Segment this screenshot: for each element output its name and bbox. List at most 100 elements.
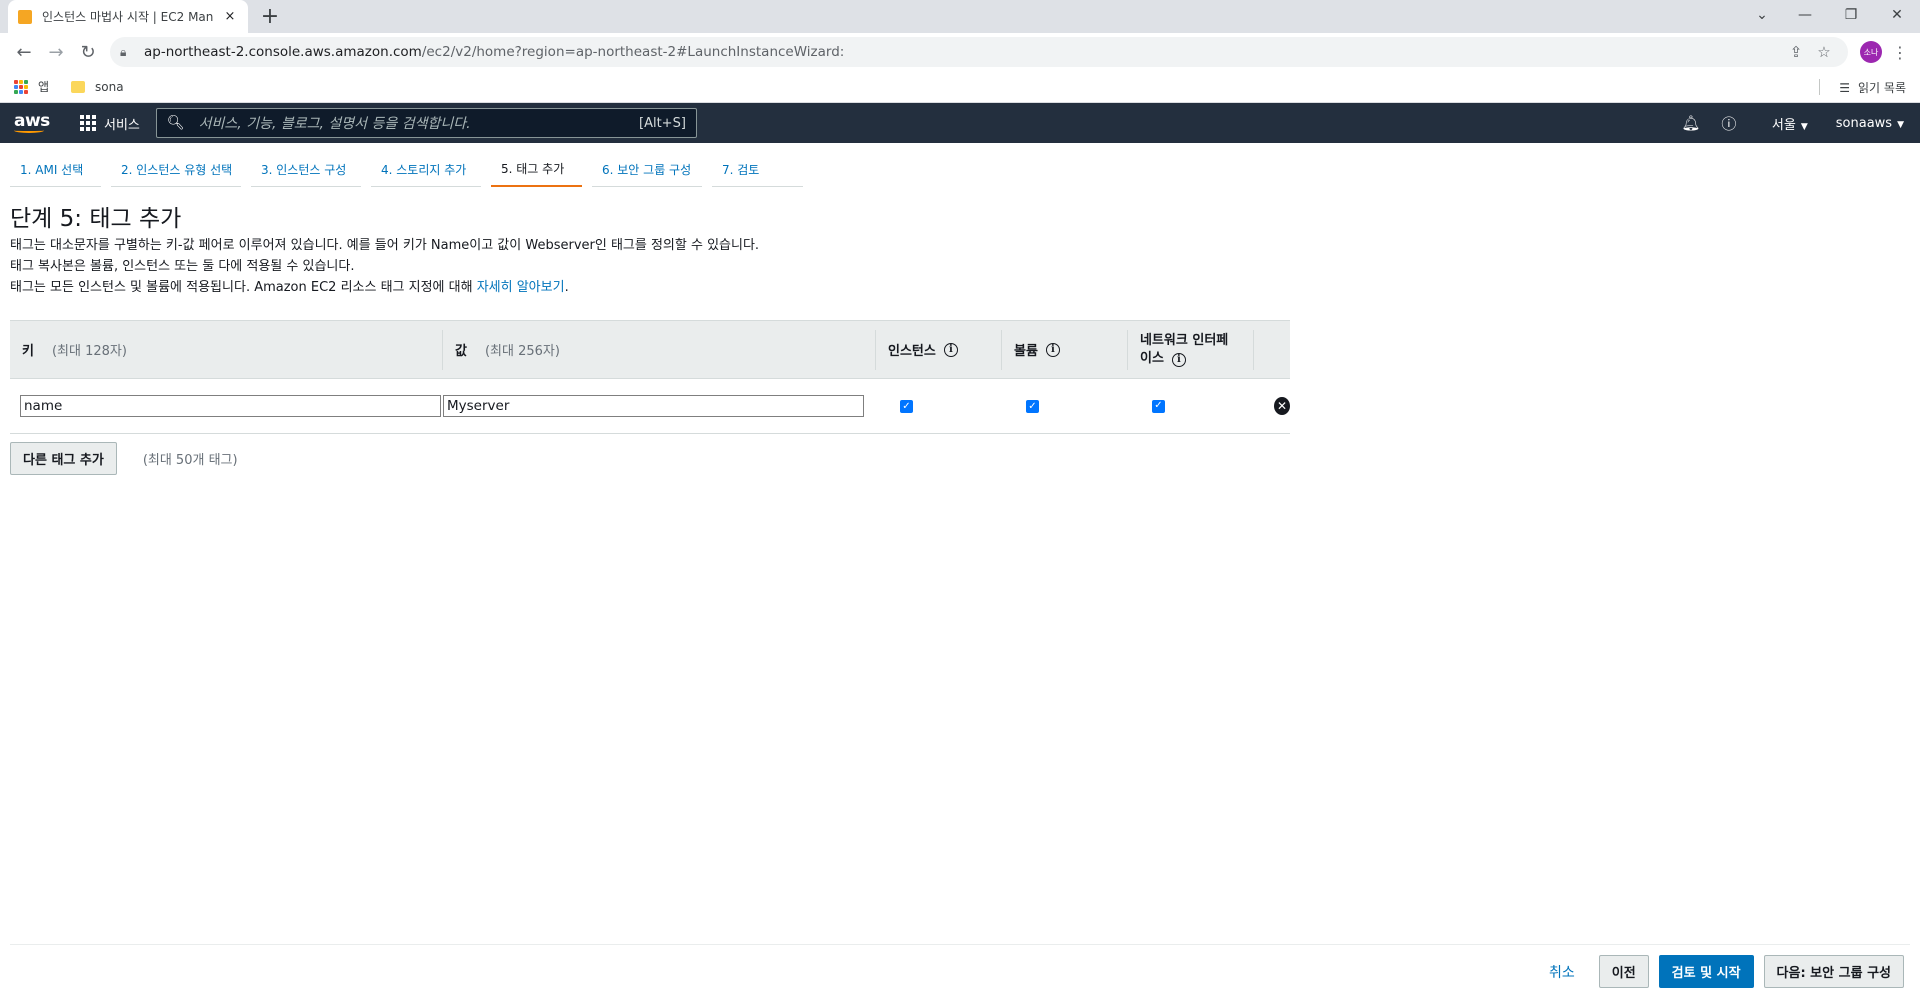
volume-header-label: 볼륨 <box>1014 344 1038 359</box>
add-tag-row: 다른 태그 추가 (최대 50개 태그) <box>10 442 1910 475</box>
tag-value-input[interactable] <box>443 395 864 417</box>
description-line-2: 태그 복사본은 볼륨, 인스턴스 또는 둘 다에 적용될 수 있습니다. <box>10 259 355 274</box>
aws-logo[interactable]: aws <box>14 112 50 133</box>
step-review[interactable]: 7. 검토 <box>712 161 803 187</box>
browser-menu-icon[interactable]: ⋮ <box>1888 43 1912 62</box>
account-menu[interactable]: sonaaws ▼ <box>1836 116 1904 131</box>
info-icon[interactable]: i <box>943 342 958 357</box>
caret-down-icon: ▼ <box>1800 121 1808 132</box>
step-configure-instance[interactable]: 3. 인스턴스 구성 <box>251 161 361 187</box>
restore-icon[interactable]: ❐ <box>1828 0 1874 30</box>
description-period: . <box>564 280 569 295</box>
share-icon[interactable]: ⇪ <box>1782 43 1810 61</box>
region-menu[interactable]: 서울 ▼ <box>1772 114 1808 133</box>
url-path: /ec2/v2/home?region=ap-northeast-2#Launc… <box>421 44 845 60</box>
aws-console-header: aws 서비스 🔍︎ 서비스, 기능, 블로그, 설명서 등을 검색합니다. [… <box>0 103 1920 143</box>
instance-header-label: 인스턴스 <box>888 344 936 359</box>
network-header-line-2-wrap: 이스 i <box>1140 350 1228 368</box>
bookmark-sona[interactable]: sona <box>71 80 124 94</box>
bookmark-label: 앱 <box>38 80 50 94</box>
instance-cell: ✓ <box>876 399 1002 413</box>
aws-favicon-icon <box>18 9 32 24</box>
reload-icon[interactable]: ↻ <box>72 36 104 68</box>
services-label: 서비스 <box>104 117 140 133</box>
remove-tag-icon[interactable]: ✕ <box>1274 397 1290 415</box>
wizard-steps: 1. AMI 선택 2. 인스턴스 유형 선택 3. 인스턴스 구성 4. 스토… <box>0 143 1920 187</box>
footer-buttons: 취소 이전 검토 및 시작 다음: 보안 그룹 구성 <box>1549 955 1904 988</box>
search-placeholder: 서비스, 기능, 블로그, 설명서 등을 검색합니다. <box>198 116 471 132</box>
step-add-tags[interactable]: 5. 태그 추가 <box>491 160 582 187</box>
window-close-icon[interactable]: ✕ <box>1874 0 1920 30</box>
profile-avatar[interactable]: 소나 <box>1860 41 1882 63</box>
previous-button[interactable]: 이전 <box>1598 955 1649 988</box>
info-icon[interactable]: i <box>1171 352 1186 367</box>
minimize-icon[interactable]: — <box>1782 0 1828 30</box>
browser-tab[interactable]: 인스턴스 마법사 시작 | EC2 Man × <box>8 0 248 33</box>
page-title: 단계 5: 태그 추가 <box>10 206 182 232</box>
tab-search-icon[interactable]: ⌄ <box>1742 0 1782 30</box>
volume-column-header: 볼륨 i <box>1002 329 1128 370</box>
next-security-group-button[interactable]: 다음: 보안 그룹 구성 <box>1763 955 1904 988</box>
value-column-header: 값 (최대 256자) <box>443 329 876 370</box>
review-launch-button[interactable]: 검토 및 시작 <box>1658 955 1754 988</box>
network-interface-column-header: 네트워크 인터페 이스 i <box>1128 329 1254 370</box>
folder-icon <box>71 80 86 93</box>
delete-cell: ✕ <box>1254 397 1290 415</box>
caret-down-icon: ▼ <box>1897 119 1904 130</box>
url-text: ap-northeast-2.console.aws.amazon.com/ec… <box>144 44 1782 60</box>
new-tab-button[interactable]: + <box>258 4 282 29</box>
key-cell <box>10 395 443 417</box>
window-controls: ⌄ — ❐ ✕ <box>1742 0 1920 30</box>
instance-column-header: 인스턴스 i <box>876 329 1002 370</box>
add-tag-button[interactable]: 다른 태그 추가 <box>10 442 117 475</box>
volume-checkbox[interactable]: ✓ <box>1026 399 1039 413</box>
search-icon: 🔍︎ <box>166 115 185 131</box>
step-ami[interactable]: 1. AMI 선택 <box>10 161 101 187</box>
aws-header-right: 🔔︎ ⓘ 서울 ▼ sonaaws ▼ <box>1668 103 1904 143</box>
star-icon[interactable]: ☆ <box>1810 43 1838 61</box>
network-cell: ✓ <box>1128 399 1254 413</box>
main-content: 단계 5: 태그 추가 태그는 대소문자를 구별하는 키-값 페어로 이루어져 … <box>0 187 1920 475</box>
step-security-group[interactable]: 6. 보안 그룹 구성 <box>592 161 702 187</box>
description-text: 태그는 모든 인스턴스 및 볼륨에 적용됩니다. Amazon EC2 리소스 … <box>10 280 477 295</box>
delete-column-header <box>1254 330 1290 370</box>
help-icon[interactable]: ⓘ <box>1714 113 1744 134</box>
step-instance-type[interactable]: 2. 인스턴스 유형 선택 <box>111 161 241 187</box>
forward-icon[interactable]: → <box>40 36 72 68</box>
volume-cell: ✓ <box>1002 399 1128 413</box>
network-interface-checkbox[interactable]: ✓ <box>1152 399 1165 413</box>
info-icon[interactable]: i <box>1045 342 1060 357</box>
cancel-link[interactable]: 취소 <box>1549 962 1575 982</box>
bookmark-separator <box>1819 79 1820 95</box>
learn-more-link[interactable]: 자세히 알아보기 <box>477 280 565 295</box>
network-header-label: 네트워크 인터페 이스 i <box>1140 332 1228 368</box>
search-shortcut: [Alt+S] <box>639 115 686 131</box>
tag-key-input[interactable] <box>20 395 441 417</box>
url-host: ap-northeast-2.console.aws.amazon.com <box>144 44 422 60</box>
aws-search-input[interactable]: 🔍︎ 서비스, 기능, 블로그, 설명서 등을 검색합니다. [Alt+S] <box>155 108 697 138</box>
key-header-label: 키 <box>22 344 34 359</box>
back-icon[interactable]: ← <box>8 36 40 68</box>
apps-grid-icon <box>14 79 28 94</box>
account-label: sonaaws <box>1835 115 1893 131</box>
description-line-3: 태그는 모든 인스턴스 및 볼륨에 적용됩니다. Amazon EC2 리소스 … <box>10 277 1910 298</box>
step-add-storage[interactable]: 4. 스토리지 추가 <box>371 161 481 187</box>
tab-close-icon[interactable]: × <box>222 9 238 24</box>
region-label: 서울 <box>1771 117 1796 133</box>
lock-icon: 🔒︎ <box>120 44 127 59</box>
tag-table: 키 (최대 128자) 값 (최대 256자) 인스턴스 i 볼륨 i 네트워크… <box>10 320 1290 434</box>
reading-list-icon: ☰ <box>1839 80 1851 95</box>
page-description: 태그는 대소문자를 구별하는 키-값 페어로 이루어져 있습니다. 예를 들어 … <box>10 235 1910 298</box>
bookmark-apps[interactable]: 앱 <box>14 78 49 95</box>
add-tag-hint: (최대 50개 태그) <box>142 453 238 468</box>
reading-list[interactable]: ☰ 읽기 목록 <box>1839 79 1906 96</box>
network-header-line-2: 이스 <box>1140 350 1164 366</box>
bookmark-label: sona <box>95 79 124 94</box>
services-menu[interactable]: 서비스 <box>80 114 140 133</box>
instance-checkbox[interactable]: ✓ <box>900 399 913 413</box>
wizard-footer: 취소 이전 검토 및 시작 다음: 보안 그룹 구성 <box>10 944 1910 1000</box>
bell-icon[interactable]: 🔔︎ <box>1676 114 1706 132</box>
tag-table-header: 키 (최대 128자) 값 (최대 256자) 인스턴스 i 볼륨 i 네트워크… <box>10 320 1290 379</box>
address-bar[interactable]: 🔒︎ ap-northeast-2.console.aws.amazon.com… <box>110 37 1848 67</box>
services-grid-icon <box>80 115 96 131</box>
